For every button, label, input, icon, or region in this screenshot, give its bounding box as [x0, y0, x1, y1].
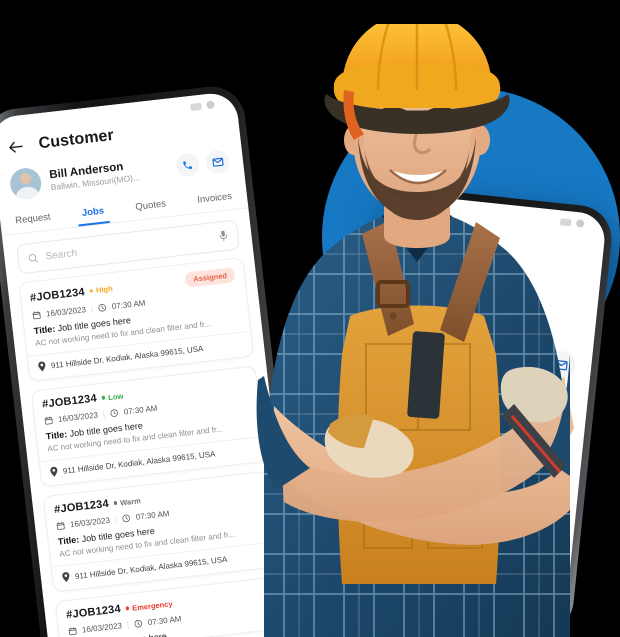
status-badge: Emergency: [125, 599, 173, 613]
meta-separator: |: [114, 515, 118, 525]
meta-separator: |: [102, 409, 106, 419]
table-row[interactable]: #JOB1234 Warm 16/03/2023 | 07:30 AM Titl…: [42, 470, 279, 593]
email-button[interactable]: [545, 349, 577, 381]
phone-notch: [559, 217, 585, 228]
assignment-status-badge: Assigned: [184, 267, 236, 288]
priority-label: High: [95, 284, 114, 295]
speaker-icon: [190, 102, 202, 111]
secondary-phone-header: [390, 219, 605, 287]
priority-label: Emergency: [131, 598, 173, 613]
search-placeholder: Search: [44, 247, 78, 262]
secondary-phone-mockup: [346, 185, 615, 637]
job-date: 16/03/2023: [81, 621, 123, 635]
call-button[interactable]: [174, 152, 201, 178]
priority-label: Low: [107, 391, 124, 402]
job-id: #JOB1234: [29, 285, 86, 304]
calendar-icon: [56, 521, 66, 531]
calendar-icon: [44, 416, 54, 426]
calendar-icon: [32, 310, 42, 320]
table-row[interactable]: #JOB1234 Low 16/03/2023 | 07:30 AM Title…: [30, 365, 267, 488]
clock-icon: [109, 408, 119, 418]
arrow-left-icon[interactable]: [405, 236, 423, 253]
job-title-label: Title:: [33, 323, 56, 337]
secondary-phone-screen: [353, 193, 608, 629]
placeholder-line: [392, 403, 530, 428]
location-pin-icon: [37, 361, 46, 372]
clock-icon: [121, 513, 131, 523]
job-location: 911 Hillside Dr, Kodiak, Alaska 99615, U…: [62, 448, 216, 476]
placeholder-line: [390, 423, 487, 443]
camera-icon: [575, 218, 585, 228]
tab-invoices[interactable]: Invoices: [194, 187, 235, 213]
job-location: 911 Hillside Dr, Kodiak, Alaska 99615, U…: [50, 343, 204, 370]
job-time: 07:30 AM: [147, 614, 182, 628]
primary-phone-mockup: Customer Bill Anderson Ballwin, Missouri…: [0, 83, 310, 637]
meta-separator: |: [126, 620, 130, 630]
hero-composition: Customer Bill Anderson Ballwin, Missouri…: [0, 0, 620, 637]
speaker-icon: [559, 217, 572, 226]
priority-dot-icon: [125, 606, 130, 611]
customer-actions: [174, 149, 231, 178]
page-title: Customer: [37, 126, 115, 153]
job-title-label: Title:: [45, 429, 68, 442]
location-pin-icon: [61, 572, 70, 583]
clock-icon: [133, 619, 143, 629]
job-date: 16/03/2023: [45, 305, 87, 319]
clock-icon: [97, 303, 107, 313]
tab-jobs[interactable]: Jobs: [79, 201, 108, 226]
secondary-phone-placeholder-content: [361, 402, 585, 563]
arrow-left-icon[interactable]: [7, 139, 24, 155]
placeholder-line: [379, 523, 520, 547]
status-badge: High: [89, 284, 113, 296]
priority-dot-icon: [89, 288, 94, 293]
job-time: 07:30 AM: [111, 298, 146, 312]
job-id: #JOB1234: [65, 603, 122, 622]
job-location: 911 Hillside Dr, Kodiak, Alaska 99615, U…: [74, 554, 228, 581]
status-badge: Low: [101, 391, 124, 402]
placeholder-line: [381, 503, 488, 524]
email-button[interactable]: [204, 149, 231, 175]
customer-jobs-app: Customer Bill Anderson Ballwin, Missouri…: [0, 90, 301, 637]
job-time: 07:30 AM: [135, 509, 170, 522]
job-time: 07:30 AM: [123, 403, 158, 417]
job-title-label: Title:: [57, 534, 80, 547]
camera-icon: [206, 100, 215, 110]
priority-dot-icon: [101, 395, 106, 400]
search-icon: [27, 252, 39, 264]
secondary-phone-actions: [506, 345, 577, 381]
location-pin-icon: [49, 466, 58, 477]
priority-dot-icon: [113, 501, 118, 505]
placeholder-line: [383, 483, 507, 506]
microphone-icon[interactable]: [218, 230, 229, 243]
avatar: [8, 166, 43, 201]
job-date: 16/03/2023: [57, 410, 99, 424]
placeholder-line: [388, 443, 543, 469]
job-date: 16/03/2023: [69, 515, 111, 530]
calendar-icon: [68, 626, 78, 636]
job-list[interactable]: #JOB1234 High Assigned 16/03/2023 | 07:3…: [7, 256, 301, 637]
customer-text: Bill Anderson Ballwin, Missouri(MO)...: [49, 156, 169, 192]
job-id: #JOB1234: [41, 392, 98, 411]
priority-label: Warm: [119, 495, 142, 507]
tab-quotes[interactable]: Quotes: [132, 194, 169, 220]
status-badge: Warm: [113, 496, 141, 508]
call-button[interactable]: [506, 345, 537, 377]
job-id: #JOB1234: [53, 497, 110, 516]
placeholder-line: [386, 463, 461, 481]
meta-separator: |: [90, 304, 94, 314]
primary-phone-screen: Customer Bill Anderson Ballwin, Missouri…: [0, 90, 302, 637]
tab-request[interactable]: Request: [12, 207, 54, 233]
